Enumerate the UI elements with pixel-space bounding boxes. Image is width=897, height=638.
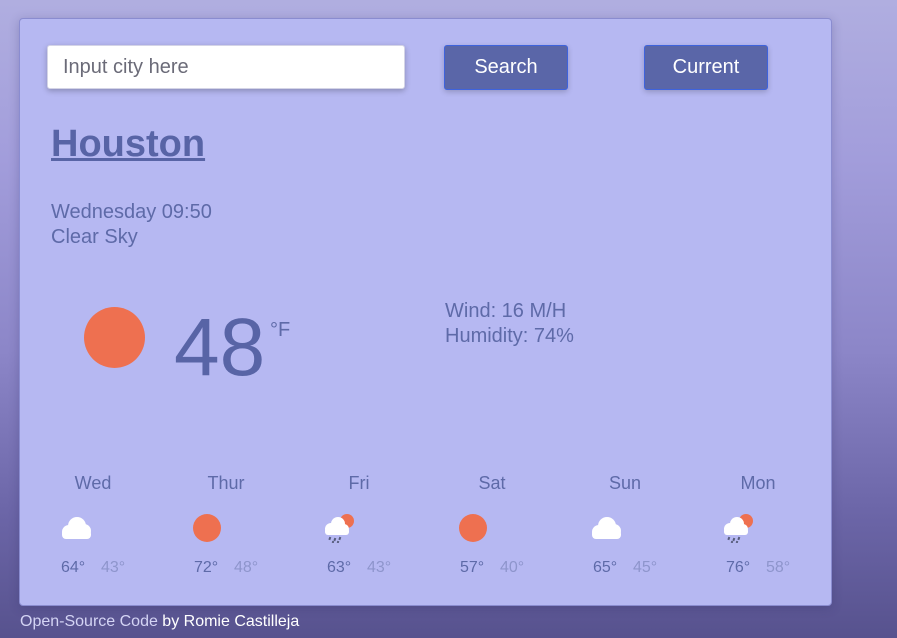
forecast-min-temp: 58° — [766, 559, 791, 576]
forecast-max-temp: 63° — [327, 559, 352, 576]
open-source-code-link[interactable]: Open-Source Code — [20, 613, 158, 630]
cloud-icon — [62, 517, 91, 539]
temperature-unit: °F — [270, 319, 291, 341]
sun-rain-icon — [325, 514, 354, 543]
forecast-min-temp: 48° — [234, 559, 259, 576]
forecast-min-temp: 43° — [101, 559, 126, 576]
search-button[interactable]: Search — [444, 45, 568, 90]
footer: Open-Source Code by Romie Castilleja — [20, 613, 299, 631]
forecast-min-temp: 43° — [367, 559, 392, 576]
forecast-min-temp: 45° — [633, 559, 658, 576]
forecast-day: Wed — [74, 473, 112, 493]
sun-icon — [193, 514, 221, 542]
forecast-day: Mon — [740, 473, 776, 493]
forecast-max-temp: 57° — [460, 559, 485, 576]
humidity: Humidity: 74% — [445, 325, 574, 347]
current-location-button[interactable]: Current — [644, 45, 768, 90]
sun-icon — [84, 307, 145, 368]
weather-card: Search Current Houston Wednesday 09:50 C… — [19, 18, 832, 606]
weather-condition: Clear Sky — [51, 226, 138, 248]
forecast-max-temp: 76° — [726, 559, 751, 576]
sun-rain-icon — [724, 514, 753, 543]
forecast-max-temp: 64° — [61, 559, 86, 576]
day-time: Wednesday 09:50 — [51, 201, 212, 223]
wind-speed: Wind: 16 M/H — [445, 300, 567, 322]
forecast-max-temp: 72° — [194, 559, 219, 576]
forecast-day: Fri — [348, 473, 370, 493]
forecast-day: Sat — [478, 473, 506, 493]
footer-author-text: by Romie Castilleja — [157, 613, 300, 630]
sun-icon — [459, 514, 487, 542]
forecast-max-temp: 65° — [593, 559, 618, 576]
city-name-link[interactable]: Houston — [51, 123, 205, 166]
forecast-day: Thur — [207, 473, 245, 493]
cloud-icon — [592, 517, 621, 539]
forecast-day: Sun — [608, 473, 642, 493]
current-temperature: 48 — [174, 302, 266, 393]
city-search-input[interactable] — [47, 45, 405, 89]
forecast-min-temp: 40° — [500, 559, 525, 576]
